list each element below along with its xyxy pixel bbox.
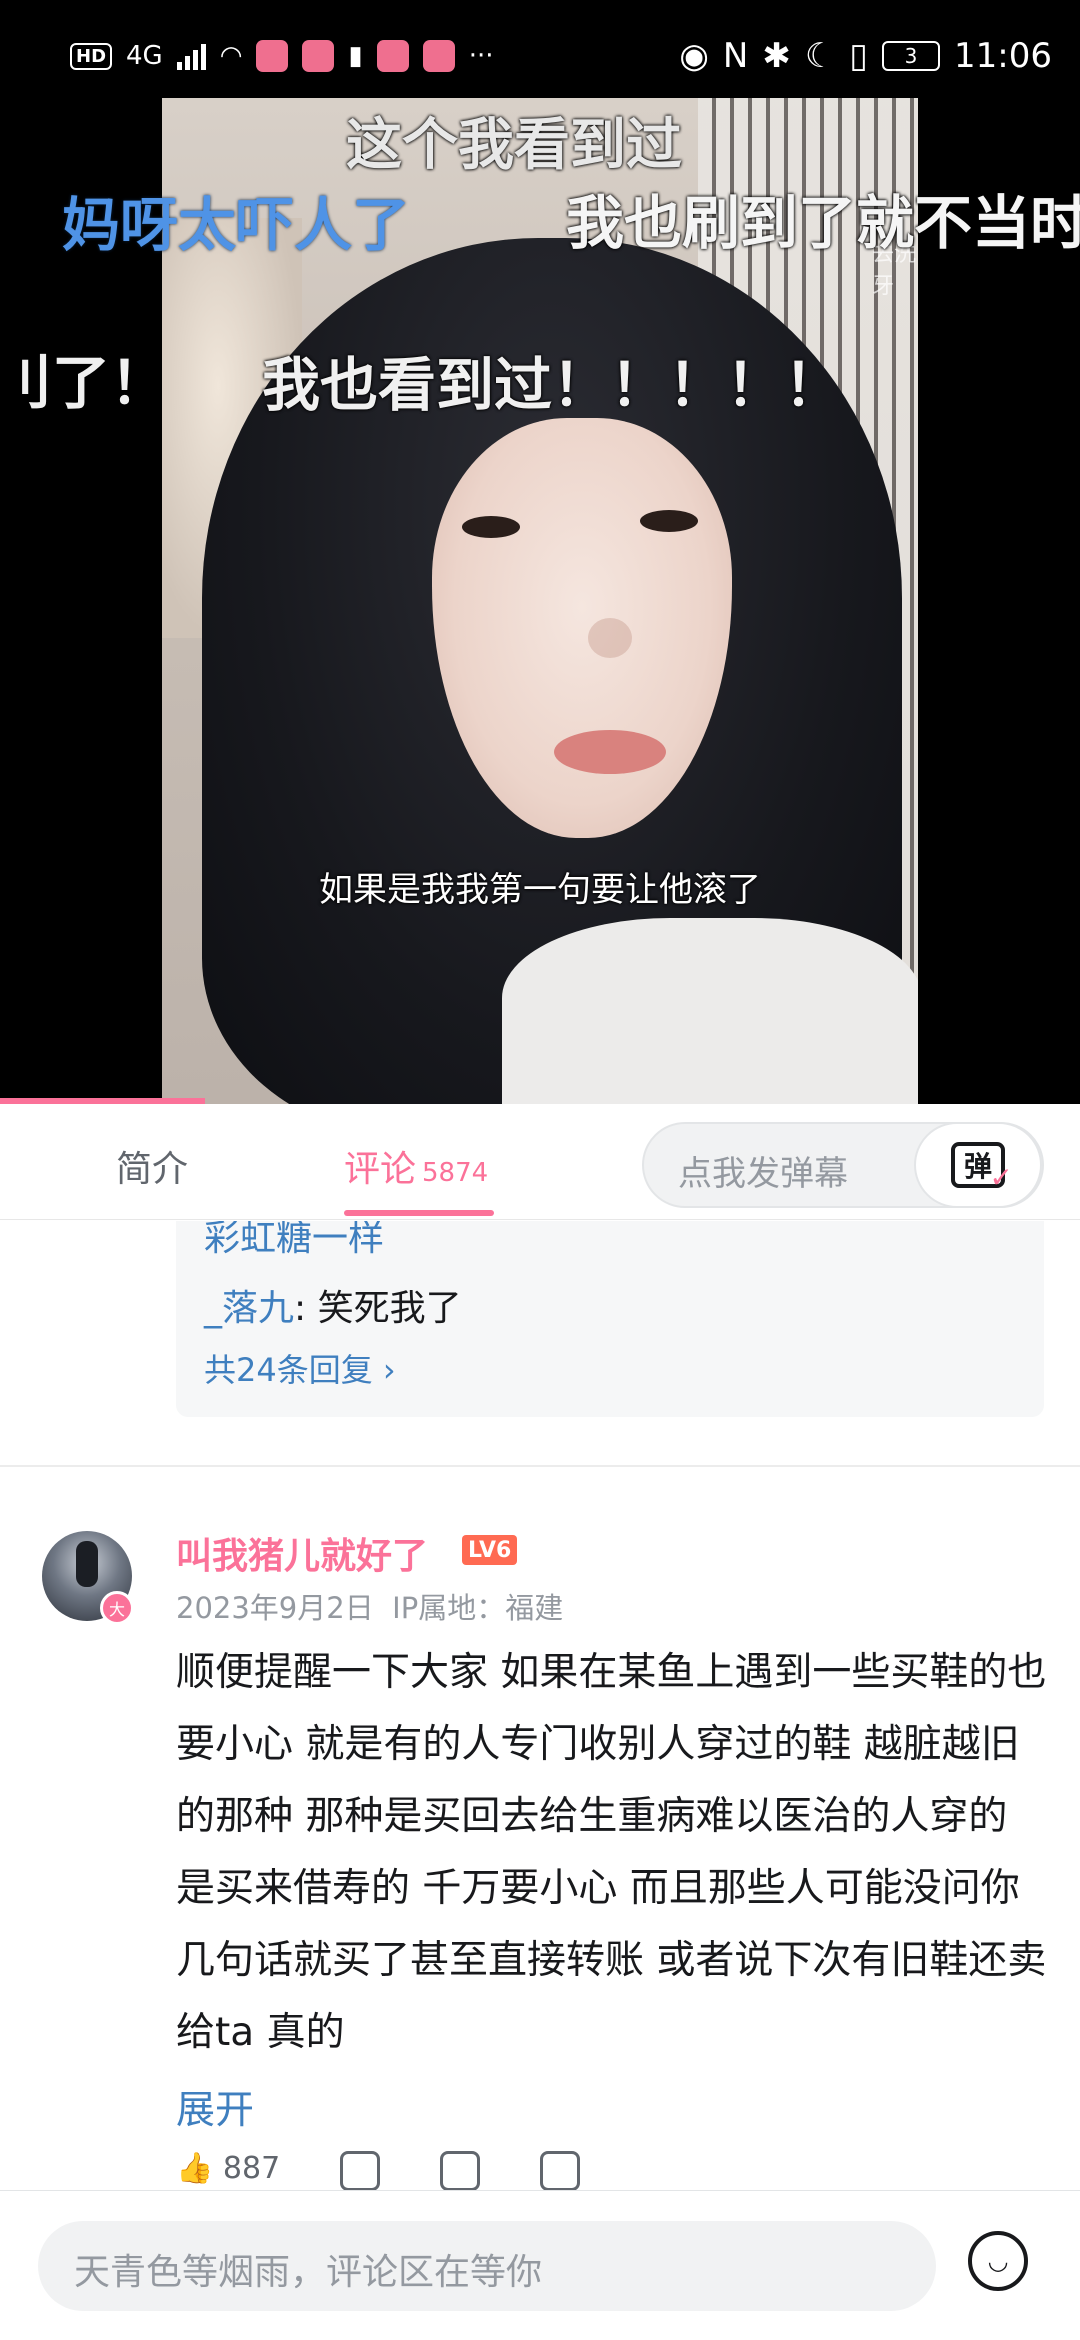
tab-bar: 简介 评论 5874 点我发弹幕 弹 ✓ bbox=[0, 1104, 1080, 1220]
nfc-icon: N bbox=[722, 36, 749, 76]
reply-username[interactable]: _落九 bbox=[204, 1288, 294, 1329]
like-button[interactable]: 👍 887 bbox=[176, 2151, 280, 2190]
danmaku-comment: 我也刷到了就不当时看 bbox=[566, 189, 1080, 257]
emoji-icon[interactable]: ◡ bbox=[968, 2231, 1028, 2291]
app-notification-icon bbox=[422, 40, 455, 72]
battery-level: 3 bbox=[904, 44, 918, 68]
danmaku-comment: 妈呀太吓人了 bbox=[62, 191, 411, 259]
comment-text: 顺便提醒一下大家 如果在某鱼上遇到一些买鞋的也要小心 就是有的人专门收别人穿过的… bbox=[176, 1650, 1047, 2055]
danmaku-toggle-button[interactable]: 弹 ✓ bbox=[914, 1122, 1042, 1208]
danmaku-icon: 弹 ✓ bbox=[951, 1142, 1013, 1194]
comment-ip: IP属地：福建 bbox=[392, 1591, 564, 1625]
like-count: 887 bbox=[222, 2151, 281, 2186]
comment-actions: 👍 887 bbox=[176, 2151, 581, 2190]
hd-icon: HD bbox=[70, 42, 113, 70]
clock: 11:06 bbox=[954, 36, 1052, 76]
vip-badge: 大 bbox=[100, 1591, 134, 1625]
more-notifications-icon: ··· bbox=[468, 41, 494, 71]
battery-icon: 3 bbox=[882, 41, 941, 71]
reply-text: : 笑死我了 bbox=[294, 1288, 462, 1329]
expand-link[interactable]: 展开 bbox=[176, 2079, 254, 2135]
video-subtitle: 如果是我我第一句要让他滚了 bbox=[319, 870, 761, 910]
comment-username[interactable]: 叫我猪儿就好了 bbox=[176, 1527, 428, 1579]
app-notification-icon bbox=[302, 40, 335, 72]
eye-icon: ◉ bbox=[679, 36, 709, 76]
tab-comments[interactable]: 评论 5874 bbox=[344, 1140, 488, 1192]
signal-icon bbox=[176, 42, 206, 70]
app-notification-icon bbox=[376, 40, 409, 72]
status-bar: HD 4G ◠ ▮ ··· ◉ N ✱ ☾ ▯ 3 11:06 bbox=[0, 0, 1080, 120]
tab-intro[interactable]: 简介 bbox=[116, 1140, 188, 1192]
danmaku-input[interactable]: 点我发弹幕 弹 ✓ bbox=[642, 1122, 1044, 1208]
danmaku-comment: 刂了！ bbox=[0, 349, 169, 417]
moon-icon: ☾ bbox=[804, 36, 836, 76]
vibrate-icon: ▯ bbox=[849, 36, 869, 76]
bluetooth-icon: ✱ bbox=[762, 36, 791, 76]
danmaku-comment: 我也看到过！！！！！ bbox=[262, 351, 843, 419]
share-icon[interactable] bbox=[440, 2151, 481, 2190]
reply-icon[interactable] bbox=[540, 2151, 581, 2190]
comment-date: 2023年9月2日 bbox=[176, 1591, 374, 1625]
comment-list[interactable]: 彩虹糖一样 _落九: 笑死我了 共24条回复 › 大 叫我猪儿就好了 LV6 2… bbox=[0, 1221, 1080, 2190]
tab-comments-label: 评论 bbox=[344, 1149, 417, 1190]
comment-placeholder: 天青色等烟雨，评论区在等你 bbox=[74, 2252, 543, 2293]
comment-input[interactable]: 天青色等烟雨，评论区在等你 bbox=[38, 2221, 936, 2311]
reply-item: _落九: 笑死我了 bbox=[204, 1279, 462, 1331]
reply-text: 彩虹糖一样 bbox=[204, 1221, 385, 1259]
view-all-replies-link[interactable]: 共24条回复 › bbox=[204, 1345, 396, 1391]
dislike-icon[interactable] bbox=[340, 2151, 381, 2190]
thumbs-up-icon: 👍 bbox=[176, 2151, 214, 2186]
video-player[interactable]: 去洗牙 这个我看到过 妈呀太吓人了 我也刷到了就不当时看 刂了！ 我也看到过！！… bbox=[0, 0, 1080, 1104]
comment-meta: 2023年9月2日 IP属地：福建 bbox=[176, 1585, 563, 1627]
app-notification-icon bbox=[256, 40, 289, 72]
danmaku-comment: 这个我看到过 bbox=[346, 113, 682, 178]
divider bbox=[0, 1465, 1080, 1467]
comment-composer: 天青色等烟雨，评论区在等你 ◡ bbox=[0, 2190, 1080, 2340]
sim-icon: ▮ bbox=[348, 41, 363, 71]
reply-preview-box[interactable]: 彩虹糖一样 _落九: 笑死我了 共24条回复 › bbox=[176, 1221, 1044, 1417]
wifi-icon: ◠ bbox=[219, 41, 243, 71]
active-tab-indicator bbox=[344, 1210, 494, 1216]
network-type: 4G bbox=[126, 41, 163, 71]
level-badge: LV6 bbox=[462, 1535, 518, 1565]
danmaku-placeholder: 点我发弹幕 bbox=[678, 1154, 848, 1194]
comments-count: 5874 bbox=[422, 1158, 489, 1188]
